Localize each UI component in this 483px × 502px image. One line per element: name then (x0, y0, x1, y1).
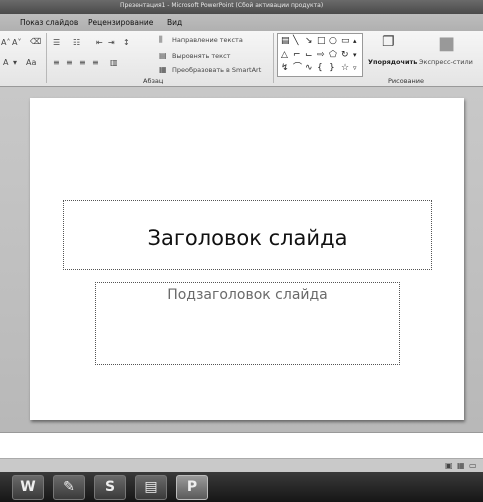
font-color-dropdown-icon[interactable]: ▾ (13, 58, 17, 67)
drawing-group-label: Рисование (388, 77, 424, 85)
shrink-font-icon[interactable]: A˅ (12, 38, 21, 47)
skype-icon[interactable]: S (94, 475, 126, 500)
grow-font-icon[interactable]: A˄ (1, 38, 10, 47)
paragraph-group-label: Абзац (143, 77, 164, 85)
rectangle-shape-icon[interactable]: □ (317, 37, 326, 46)
convert-smartart-button[interactable]: Преобразовать в SmartArt (172, 66, 261, 74)
text-direction-icon: ⫼ (159, 35, 163, 44)
quick-styles-icon: ■ (438, 33, 456, 54)
align-left-icon[interactable]: ≡ (53, 58, 60, 67)
line-shape-icon[interactable]: ╲ (293, 37, 298, 46)
status-bar: ▣ ▦ ▭ (0, 458, 483, 473)
ribbon-tabs: Показ слайдов Рецензирование Вид (0, 14, 483, 31)
align-text-button[interactable]: Выровнять текст (172, 52, 230, 60)
decrease-indent-icon[interactable]: ⇤ (96, 38, 103, 47)
normal-view-icon[interactable]: ▣ (445, 461, 453, 470)
curved-arrow-shape-icon[interactable]: ↻ (341, 51, 349, 60)
arrow-shape-icon[interactable]: ↘ (305, 37, 313, 46)
curve-shape-icon[interactable]: ∿ (305, 64, 313, 73)
clear-format-icon[interactable]: ⌫ (30, 37, 41, 46)
powerpoint-icon[interactable]: P (176, 475, 208, 500)
star-shape-icon[interactable]: ☆ (341, 64, 349, 73)
text-direction-button[interactable]: Направление текста (172, 36, 243, 44)
title-placeholder[interactable]: Заголовок слайда (63, 200, 432, 270)
slide-editing-area: Заголовок слайда Подзаголовок слайда (0, 87, 483, 432)
notes-pane[interactable] (0, 432, 483, 459)
slide-sorter-icon[interactable]: ▦ (457, 461, 465, 470)
bullets-icon[interactable]: ☰ (53, 38, 60, 47)
quick-styles-button[interactable]: Экспресс-стили (419, 58, 473, 66)
align-right-icon[interactable]: ≡ (79, 58, 86, 67)
paint-icon[interactable]: ✎ (53, 475, 85, 500)
pentagon-shape-icon[interactable]: ⬠ (329, 51, 337, 60)
connector-shape-icon[interactable]: ⌐ (293, 51, 301, 60)
tab-slideshow[interactable]: Показ слайдов (20, 18, 78, 27)
window-title: Презентация1 - Microsoft PowerPoint (Сбо… (120, 2, 324, 9)
block-arrow-shape-icon[interactable]: ⇨ (317, 51, 325, 60)
smartart-icon: ▦ (159, 65, 167, 74)
rounded-rect-shape-icon[interactable]: ▭ (341, 37, 350, 46)
justify-icon[interactable]: ≡ (92, 58, 99, 67)
textbox-shape-icon[interactable]: ▤ (281, 37, 290, 46)
increase-indent-icon[interactable]: ⇥ (108, 38, 115, 47)
explorer-icon[interactable]: ▤ (135, 475, 167, 500)
tab-review[interactable]: Рецензирование (88, 18, 153, 27)
gallery-down-icon[interactable]: ▾ (353, 51, 357, 60)
change-case-icon[interactable]: Aa (26, 58, 36, 67)
gallery-more-icon[interactable]: ▿ (353, 64, 357, 73)
group-separator (46, 33, 47, 83)
gallery-up-icon[interactable]: ▴ (353, 37, 357, 46)
font-color-icon[interactable]: A (3, 58, 8, 67)
right-brace-shape-icon[interactable]: } (329, 64, 335, 73)
slide-canvas[interactable]: Заголовок слайда Подзаголовок слайда (30, 98, 464, 420)
align-center-icon[interactable]: ≡ (66, 58, 73, 67)
freeform-shape-icon[interactable]: ↯ (281, 64, 289, 73)
shapes-gallery[interactable]: ▤ ╲ ↘ □ ○ ▭ △ ⌐ ⌙ ⇨ ⬠ ↻ ↯ ⌒ ∿ { } ☆ ▴ ▾ … (277, 33, 363, 77)
title-bar: Презентация1 - Microsoft PowerPoint (Сбо… (0, 0, 483, 14)
word-icon[interactable]: W (12, 475, 44, 500)
subtitle-placeholder[interactable]: Подзаголовок слайда (95, 282, 400, 365)
arrange-button[interactable]: Упорядочить (368, 58, 417, 66)
arrange-icon: ❐ (382, 34, 395, 50)
line-spacing-icon[interactable]: ↕ (123, 38, 130, 47)
align-text-icon: ▤ (159, 51, 167, 60)
slideshow-icon[interactable]: ▭ (469, 461, 477, 470)
ribbon: A˄ A˅ ⌫ A ▾ Aa ☰ ☷ ⇤ ⇥ ↕ ≡ ≡ ≡ ≡ ▥ ⫼ Нап… (0, 31, 483, 87)
left-brace-shape-icon[interactable]: { (317, 64, 323, 73)
columns-icon[interactable]: ▥ (110, 58, 118, 67)
arc-shape-icon[interactable]: ⌒ (293, 64, 302, 73)
triangle-shape-icon[interactable]: △ (281, 51, 288, 60)
numbering-icon[interactable]: ☷ (73, 38, 80, 47)
tab-view[interactable]: Вид (167, 18, 182, 27)
oval-shape-icon[interactable]: ○ (329, 37, 337, 46)
elbow-connector-icon[interactable]: ⌙ (305, 51, 313, 60)
group-separator (273, 33, 274, 83)
taskbar: W ✎ S ▤ P (0, 472, 483, 502)
